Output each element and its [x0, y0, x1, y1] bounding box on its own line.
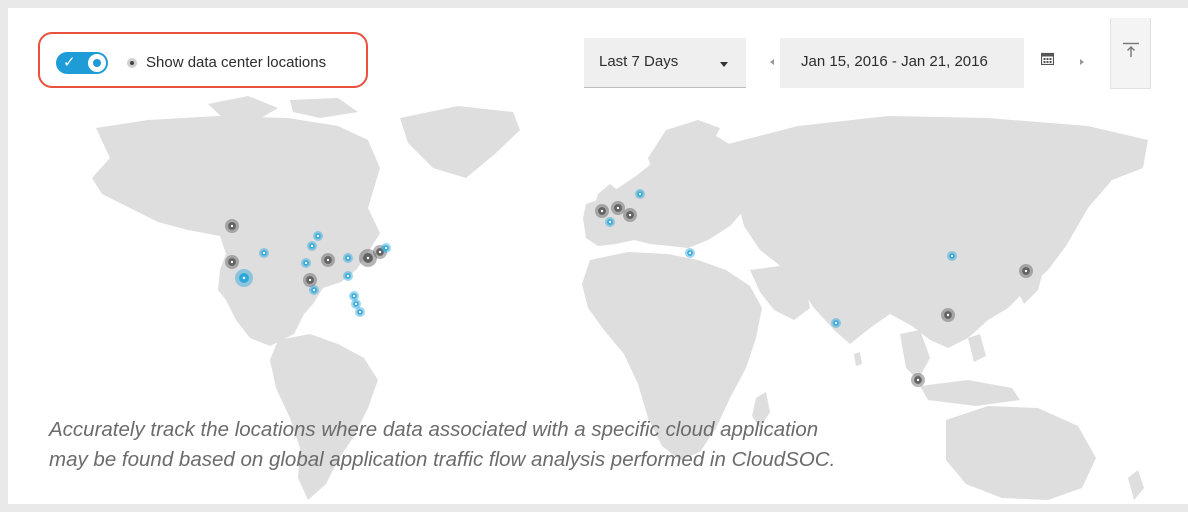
traffic-marker[interactable] — [301, 258, 311, 268]
traffic-marker[interactable] — [685, 248, 695, 258]
data-center-marker[interactable] — [225, 219, 239, 233]
traffic-marker[interactable] — [947, 251, 957, 261]
traffic-marker[interactable] — [313, 231, 323, 241]
traffic-marker[interactable] — [343, 271, 353, 281]
caret-down-icon — [720, 62, 728, 67]
data-center-marker[interactable] — [611, 201, 625, 215]
date-range-preset-select[interactable]: Last 7 Days — [584, 38, 746, 88]
traffic-marker[interactable] — [235, 269, 253, 287]
data-center-marker[interactable] — [595, 204, 609, 218]
traffic-marker[interactable] — [309, 285, 319, 295]
chevron-left-icon[interactable] — [770, 59, 774, 65]
traffic-marker[interactable] — [635, 189, 645, 199]
scroll-to-top-button[interactable] — [1110, 18, 1151, 89]
date-range-text: Jan 15, 2016 - Jan 21, 2016 — [801, 53, 988, 70]
traffic-marker[interactable] — [831, 318, 841, 328]
range-select-value: Last 7 Days — [599, 53, 679, 70]
traffic-marker[interactable] — [381, 243, 391, 253]
map-caption: Accurately track the locations where dat… — [49, 415, 1049, 475]
data-center-marker[interactable] — [941, 308, 955, 322]
data-center-marker[interactable] — [225, 255, 239, 269]
traffic-marker[interactable] — [259, 248, 269, 258]
data-center-marker[interactable] — [911, 373, 925, 387]
date-range-field[interactable]: Jan 15, 2016 - Jan 21, 2016 — [780, 38, 1024, 88]
data-center-marker[interactable] — [1019, 264, 1033, 278]
data-center-marker[interactable] — [321, 253, 335, 267]
chevron-right-icon[interactable] — [1080, 59, 1084, 65]
caption-line-1: Accurately track the locations where dat… — [49, 418, 819, 441]
data-center-toggle[interactable]: ✓ — [56, 52, 108, 74]
arrow-up-to-line-icon — [1123, 42, 1139, 57]
data-center-marker[interactable] — [623, 208, 637, 222]
checkmark-icon: ✓ — [63, 54, 76, 71]
show-data-center-label: Show data center locations — [146, 54, 327, 71]
traffic-marker[interactable] — [307, 241, 317, 251]
caption-line-2: may be found based on global application… — [49, 448, 836, 471]
traffic-marker[interactable] — [605, 217, 615, 227]
toggle-knob — [88, 54, 106, 72]
data-center-legend-dot — [127, 58, 137, 68]
data-center-marker[interactable] — [303, 273, 317, 287]
map-panel: ✓ Show data center locations Last 7 Days… — [8, 8, 1188, 504]
traffic-marker[interactable] — [355, 307, 365, 317]
traffic-marker[interactable] — [343, 253, 353, 263]
calendar-icon[interactable] — [1041, 52, 1054, 65]
